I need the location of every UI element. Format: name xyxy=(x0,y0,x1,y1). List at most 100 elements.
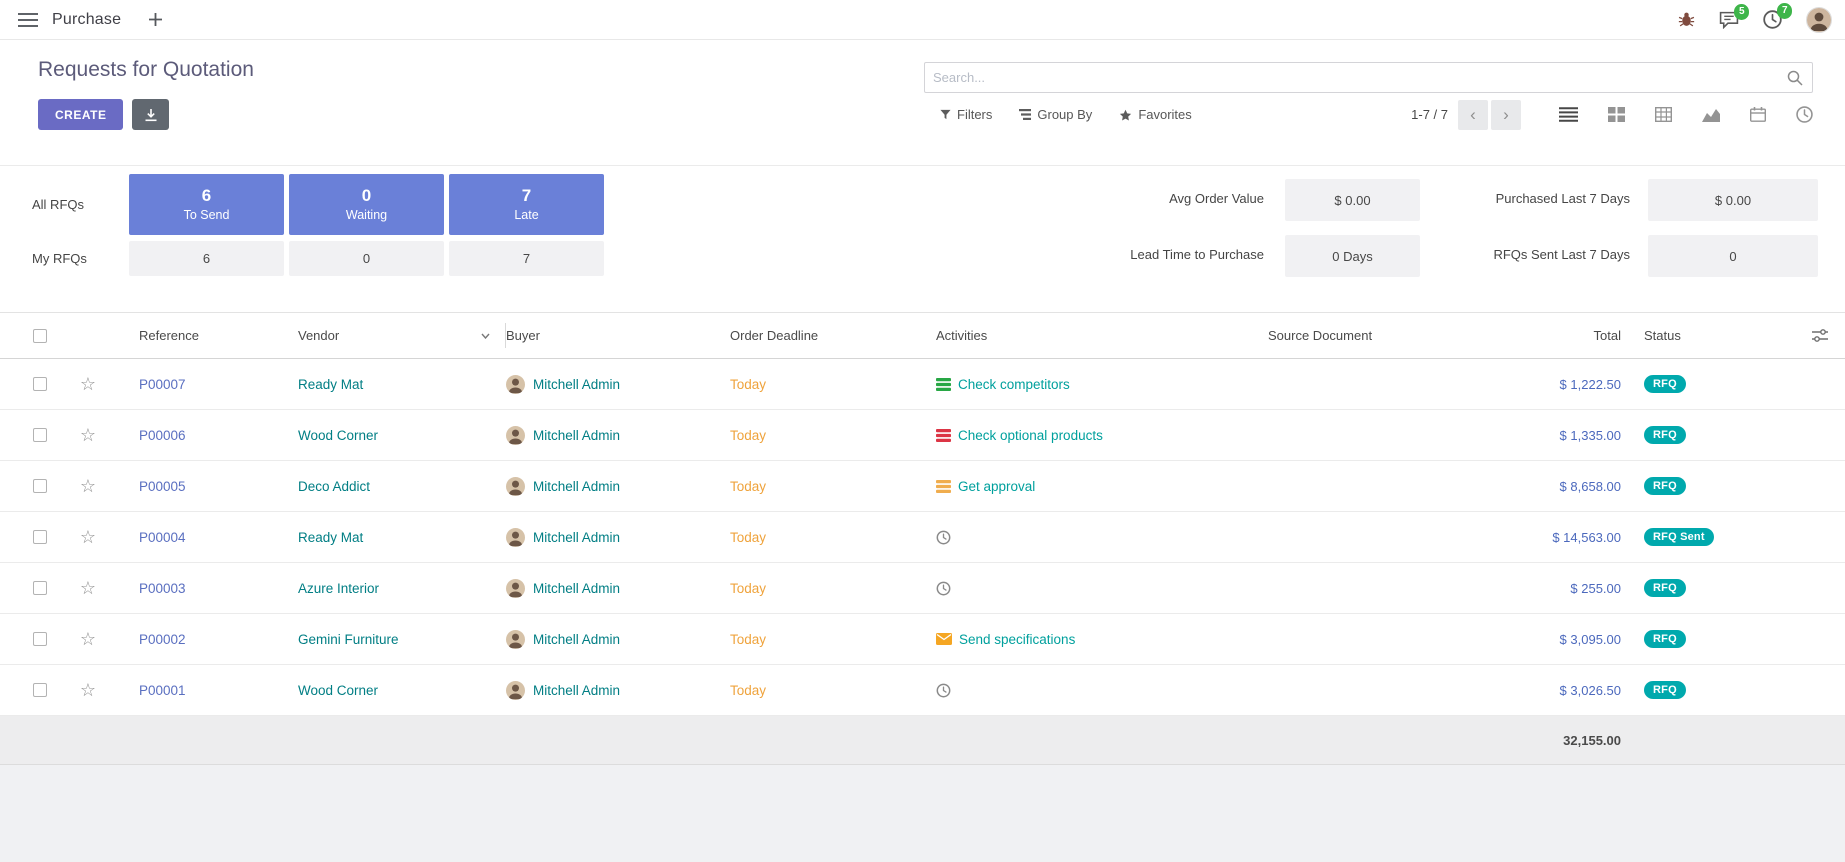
header-reference[interactable]: Reference xyxy=(112,313,298,358)
reference-link[interactable]: P00002 xyxy=(139,632,186,647)
activity-view-icon[interactable] xyxy=(1796,106,1813,123)
activity-cell[interactable]: Check competitors xyxy=(936,359,1268,409)
messages-icon[interactable]: 5 xyxy=(1719,11,1739,29)
header-status[interactable]: Status xyxy=(1630,313,1795,358)
table-row[interactable]: ☆ P00001 Wood Corner Mitchell Admin Toda… xyxy=(0,665,1845,716)
reference-link[interactable]: P00006 xyxy=(139,428,186,443)
row-checkbox[interactable] xyxy=(33,479,47,493)
activity-cell[interactable]: Get approval xyxy=(936,461,1268,511)
activity-cell[interactable] xyxy=(936,512,1268,562)
select-all-checkbox[interactable] xyxy=(33,329,47,343)
table-row[interactable]: ☆ P00007 Ready Mat Mitchell Admin Today … xyxy=(0,359,1845,410)
menu-icon[interactable] xyxy=(18,13,38,27)
buyer-link[interactable]: Mitchell Admin xyxy=(533,428,620,443)
row-checkbox[interactable] xyxy=(33,428,47,442)
my-late-count[interactable]: 7 xyxy=(449,241,604,276)
favorite-star-icon[interactable]: ☆ xyxy=(80,375,96,393)
header-activities[interactable]: Activities xyxy=(936,313,1268,358)
pager-previous-button[interactable]: ‹ xyxy=(1458,100,1488,130)
create-button[interactable]: CREATE xyxy=(38,99,123,130)
favorite-star-icon[interactable]: ☆ xyxy=(80,681,96,699)
vendor-link[interactable]: Ready Mat xyxy=(298,530,363,545)
favorites-button[interactable]: Favorites xyxy=(1119,107,1191,122)
row-checkbox[interactable] xyxy=(33,377,47,391)
activity-cell[interactable]: Send specifications xyxy=(936,614,1268,664)
user-avatar[interactable] xyxy=(1806,7,1832,33)
filters-button[interactable]: Filters xyxy=(940,107,992,122)
activity-label[interactable]: Get approval xyxy=(958,479,1035,494)
card-to-send[interactable]: 6 To Send xyxy=(129,174,284,235)
adjust-columns-icon[interactable] xyxy=(1812,329,1828,342)
reference-link[interactable]: P00007 xyxy=(139,377,186,392)
list-view-icon[interactable] xyxy=(1559,107,1578,122)
table-row[interactable]: ☆ P00006 Wood Corner Mitchell Admin Toda… xyxy=(0,410,1845,461)
table-row[interactable]: ☆ P00002 Gemini Furniture Mitchell Admin… xyxy=(0,614,1845,665)
reference-link[interactable]: P00001 xyxy=(139,683,186,698)
header-vendor[interactable]: Vendor xyxy=(298,313,506,358)
row-checkbox[interactable] xyxy=(33,632,47,646)
activity-cell[interactable] xyxy=(936,665,1268,715)
app-title[interactable]: Purchase xyxy=(52,11,121,29)
row-checkbox[interactable] xyxy=(33,530,47,544)
pager-next-button[interactable]: › xyxy=(1491,100,1521,130)
all-rfqs-label[interactable]: All RFQs xyxy=(32,197,84,212)
card-late[interactable]: 7 Late xyxy=(449,174,604,235)
activity-icon[interactable] xyxy=(936,581,951,596)
download-button[interactable] xyxy=(132,99,169,130)
table-row[interactable]: ☆ P00004 Ready Mat Mitchell Admin Today … xyxy=(0,512,1845,563)
favorite-star-icon[interactable]: ☆ xyxy=(80,630,96,648)
favorite-star-icon[interactable]: ☆ xyxy=(80,579,96,597)
search-input[interactable] xyxy=(925,70,1787,85)
vendor-link[interactable]: Wood Corner xyxy=(298,428,378,443)
header-total[interactable]: Total xyxy=(1456,313,1630,358)
vendor-link[interactable]: Ready Mat xyxy=(298,377,363,392)
buyer-link[interactable]: Mitchell Admin xyxy=(533,581,620,596)
my-waiting-count[interactable]: 0 xyxy=(289,241,444,276)
activity-cell[interactable]: Check optional products xyxy=(936,410,1268,460)
header-source-document[interactable]: Source Document xyxy=(1268,313,1456,358)
buyer-link[interactable]: Mitchell Admin xyxy=(533,530,620,545)
kanban-view-icon[interactable] xyxy=(1608,107,1625,122)
activity-icon[interactable] xyxy=(936,683,951,698)
card-waiting[interactable]: 0 Waiting xyxy=(289,174,444,235)
activity-cell[interactable] xyxy=(936,563,1268,613)
activity-icon[interactable] xyxy=(936,633,952,645)
buyer-link[interactable]: Mitchell Admin xyxy=(533,632,620,647)
favorite-star-icon[interactable]: ☆ xyxy=(80,528,96,546)
header-order-deadline[interactable]: Order Deadline xyxy=(730,313,936,358)
activity-icon[interactable] xyxy=(936,480,951,493)
header-buyer[interactable]: Buyer xyxy=(506,313,730,358)
activity-icon[interactable] xyxy=(936,378,951,391)
plus-icon[interactable] xyxy=(149,13,162,26)
activity-label[interactable]: Send specifications xyxy=(959,632,1075,647)
row-checkbox[interactable] xyxy=(33,581,47,595)
reference-link[interactable]: P00003 xyxy=(139,581,186,596)
vendor-link[interactable]: Deco Addict xyxy=(298,479,370,494)
buyer-link[interactable]: Mitchell Admin xyxy=(533,479,620,494)
my-to-send-count[interactable]: 6 xyxy=(129,241,284,276)
buyer-link[interactable]: Mitchell Admin xyxy=(533,377,620,392)
activity-label[interactable]: Check competitors xyxy=(958,377,1070,392)
activity-label[interactable]: Check optional products xyxy=(958,428,1103,443)
vendor-link[interactable]: Gemini Furniture xyxy=(298,632,399,647)
activities-clock-icon[interactable]: 7 xyxy=(1763,10,1782,29)
vendor-link[interactable]: Wood Corner xyxy=(298,683,378,698)
reference-link[interactable]: P00004 xyxy=(139,530,186,545)
reference-link[interactable]: P00005 xyxy=(139,479,186,494)
search-bar[interactable] xyxy=(924,62,1813,93)
calendar-view-icon[interactable] xyxy=(1750,107,1766,122)
buyer-link[interactable]: Mitchell Admin xyxy=(533,683,620,698)
activity-icon[interactable] xyxy=(936,429,951,442)
table-row[interactable]: ☆ P00005 Deco Addict Mitchell Admin Toda… xyxy=(0,461,1845,512)
table-row[interactable]: ☆ P00003 Azure Interior Mitchell Admin T… xyxy=(0,563,1845,614)
activity-icon[interactable] xyxy=(936,530,951,545)
graph-view-icon[interactable] xyxy=(1702,108,1720,122)
vendor-link[interactable]: Azure Interior xyxy=(298,581,379,596)
favorite-star-icon[interactable]: ☆ xyxy=(80,477,96,495)
group-by-button[interactable]: Group By xyxy=(1019,107,1092,122)
row-checkbox[interactable] xyxy=(33,683,47,697)
search-icon[interactable] xyxy=(1787,70,1812,86)
favorite-star-icon[interactable]: ☆ xyxy=(80,426,96,444)
my-rfqs-label[interactable]: My RFQs xyxy=(32,251,87,266)
pivot-view-icon[interactable] xyxy=(1655,107,1672,122)
